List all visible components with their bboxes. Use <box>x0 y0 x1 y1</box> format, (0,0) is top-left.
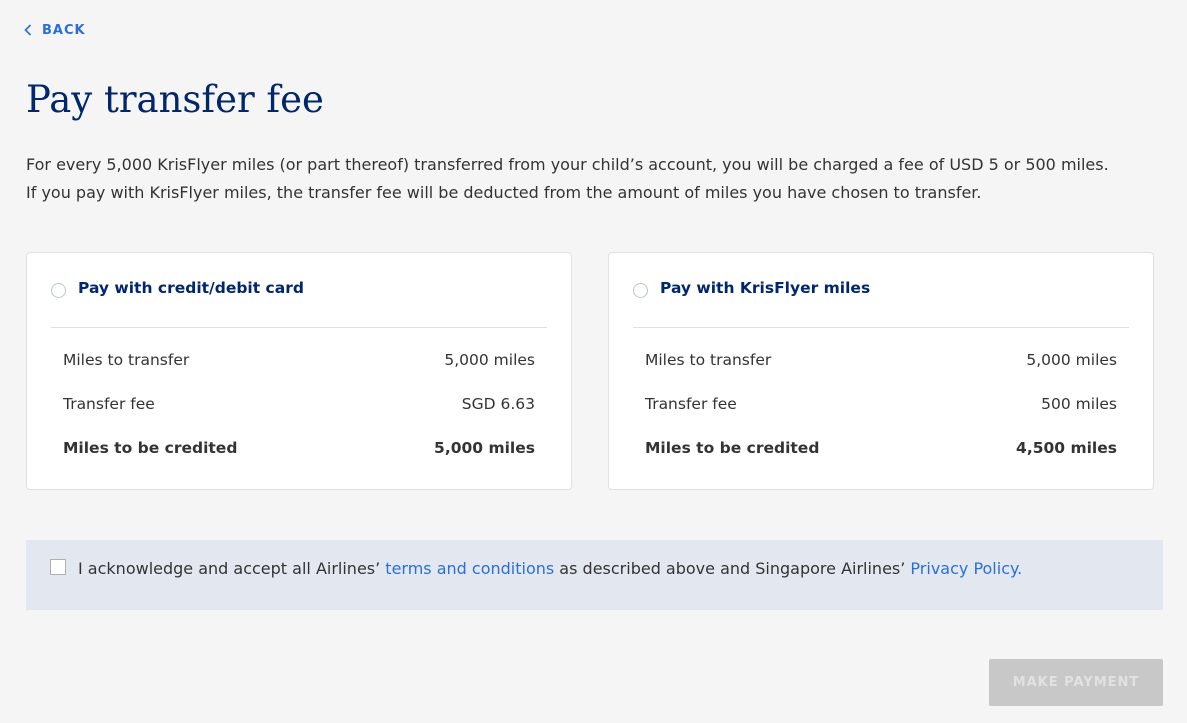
terms-and-conditions-link[interactable]: terms and conditions <box>385 559 554 578</box>
summary-label: Miles to be credited <box>645 439 820 457</box>
summary-label: Miles to be credited <box>63 439 238 457</box>
back-label: BACK <box>42 22 86 38</box>
acknowledgement-panel: I acknowledge and accept all Airlines’ t… <box>26 540 1163 610</box>
ack-text-middle: as described above and Singapore Airline… <box>554 559 911 578</box>
back-link[interactable]: BACK <box>24 20 86 40</box>
summary-label: Transfer fee <box>63 395 155 413</box>
summary-value: 500 miles <box>1041 395 1117 413</box>
chevron-left-icon <box>24 24 32 36</box>
summary-value: SGD 6.63 <box>461 395 535 413</box>
make-payment-button[interactable]: MAKE PAYMENT <box>989 659 1163 706</box>
summary-value: 5,000 miles <box>434 439 535 457</box>
option-title-krisflyer-miles: Pay with KrisFlyer miles <box>660 279 871 297</box>
payment-option-krisflyer-miles[interactable]: Pay with KrisFlyer miles <box>633 277 1129 328</box>
summary-value: 4,500 miles <box>1016 439 1117 457</box>
summary-value: 5,000 miles <box>1026 351 1117 369</box>
summary-row-total: Miles to be credited 4,500 miles <box>645 434 1117 478</box>
privacy-policy-link[interactable]: Privacy Policy. <box>910 559 1022 578</box>
summary-label: Transfer fee <box>645 395 737 413</box>
summary-row: Transfer fee 500 miles <box>645 390 1117 434</box>
payment-option-credit-card[interactable]: Pay with credit/debit card <box>51 277 547 328</box>
radio-krisflyer-miles[interactable] <box>633 283 648 298</box>
intro-line-2: If you pay with KrisFlyer miles, the tra… <box>26 183 982 202</box>
acknowledge-checkbox[interactable] <box>50 559 66 575</box>
fee-summary-krisflyer-miles: Miles to transfer 5,000 miles Transfer f… <box>645 346 1117 478</box>
summary-value: 5,000 miles <box>444 351 535 369</box>
page-title: Pay transfer fee <box>26 78 324 121</box>
fee-summary-credit-card: Miles to transfer 5,000 miles Transfer f… <box>63 346 535 478</box>
ack-text-before: I acknowledge and accept all Airlines’ <box>78 559 386 578</box>
summary-row-total: Miles to be credited 5,000 miles <box>63 434 535 478</box>
summary-row: Miles to transfer 5,000 miles <box>645 346 1117 390</box>
payment-option-card-miles: Pay with KrisFlyer miles Miles to transf… <box>608 252 1154 490</box>
intro-text: For every 5,000 KrisFlyer miles (or part… <box>26 151 1166 207</box>
summary-row: Transfer fee SGD 6.63 <box>63 390 535 434</box>
intro-line-1: For every 5,000 KrisFlyer miles (or part… <box>26 155 1109 174</box>
acknowledgement-text: I acknowledge and accept all Airlines’ t… <box>78 555 1022 583</box>
summary-row: Miles to transfer 5,000 miles <box>63 346 535 390</box>
radio-credit-card[interactable] <box>51 283 66 298</box>
option-title-credit-card: Pay with credit/debit card <box>78 279 304 297</box>
payment-option-card-credit: Pay with credit/debit card Miles to tran… <box>26 252 572 490</box>
summary-label: Miles to transfer <box>645 351 772 369</box>
summary-label: Miles to transfer <box>63 351 190 369</box>
